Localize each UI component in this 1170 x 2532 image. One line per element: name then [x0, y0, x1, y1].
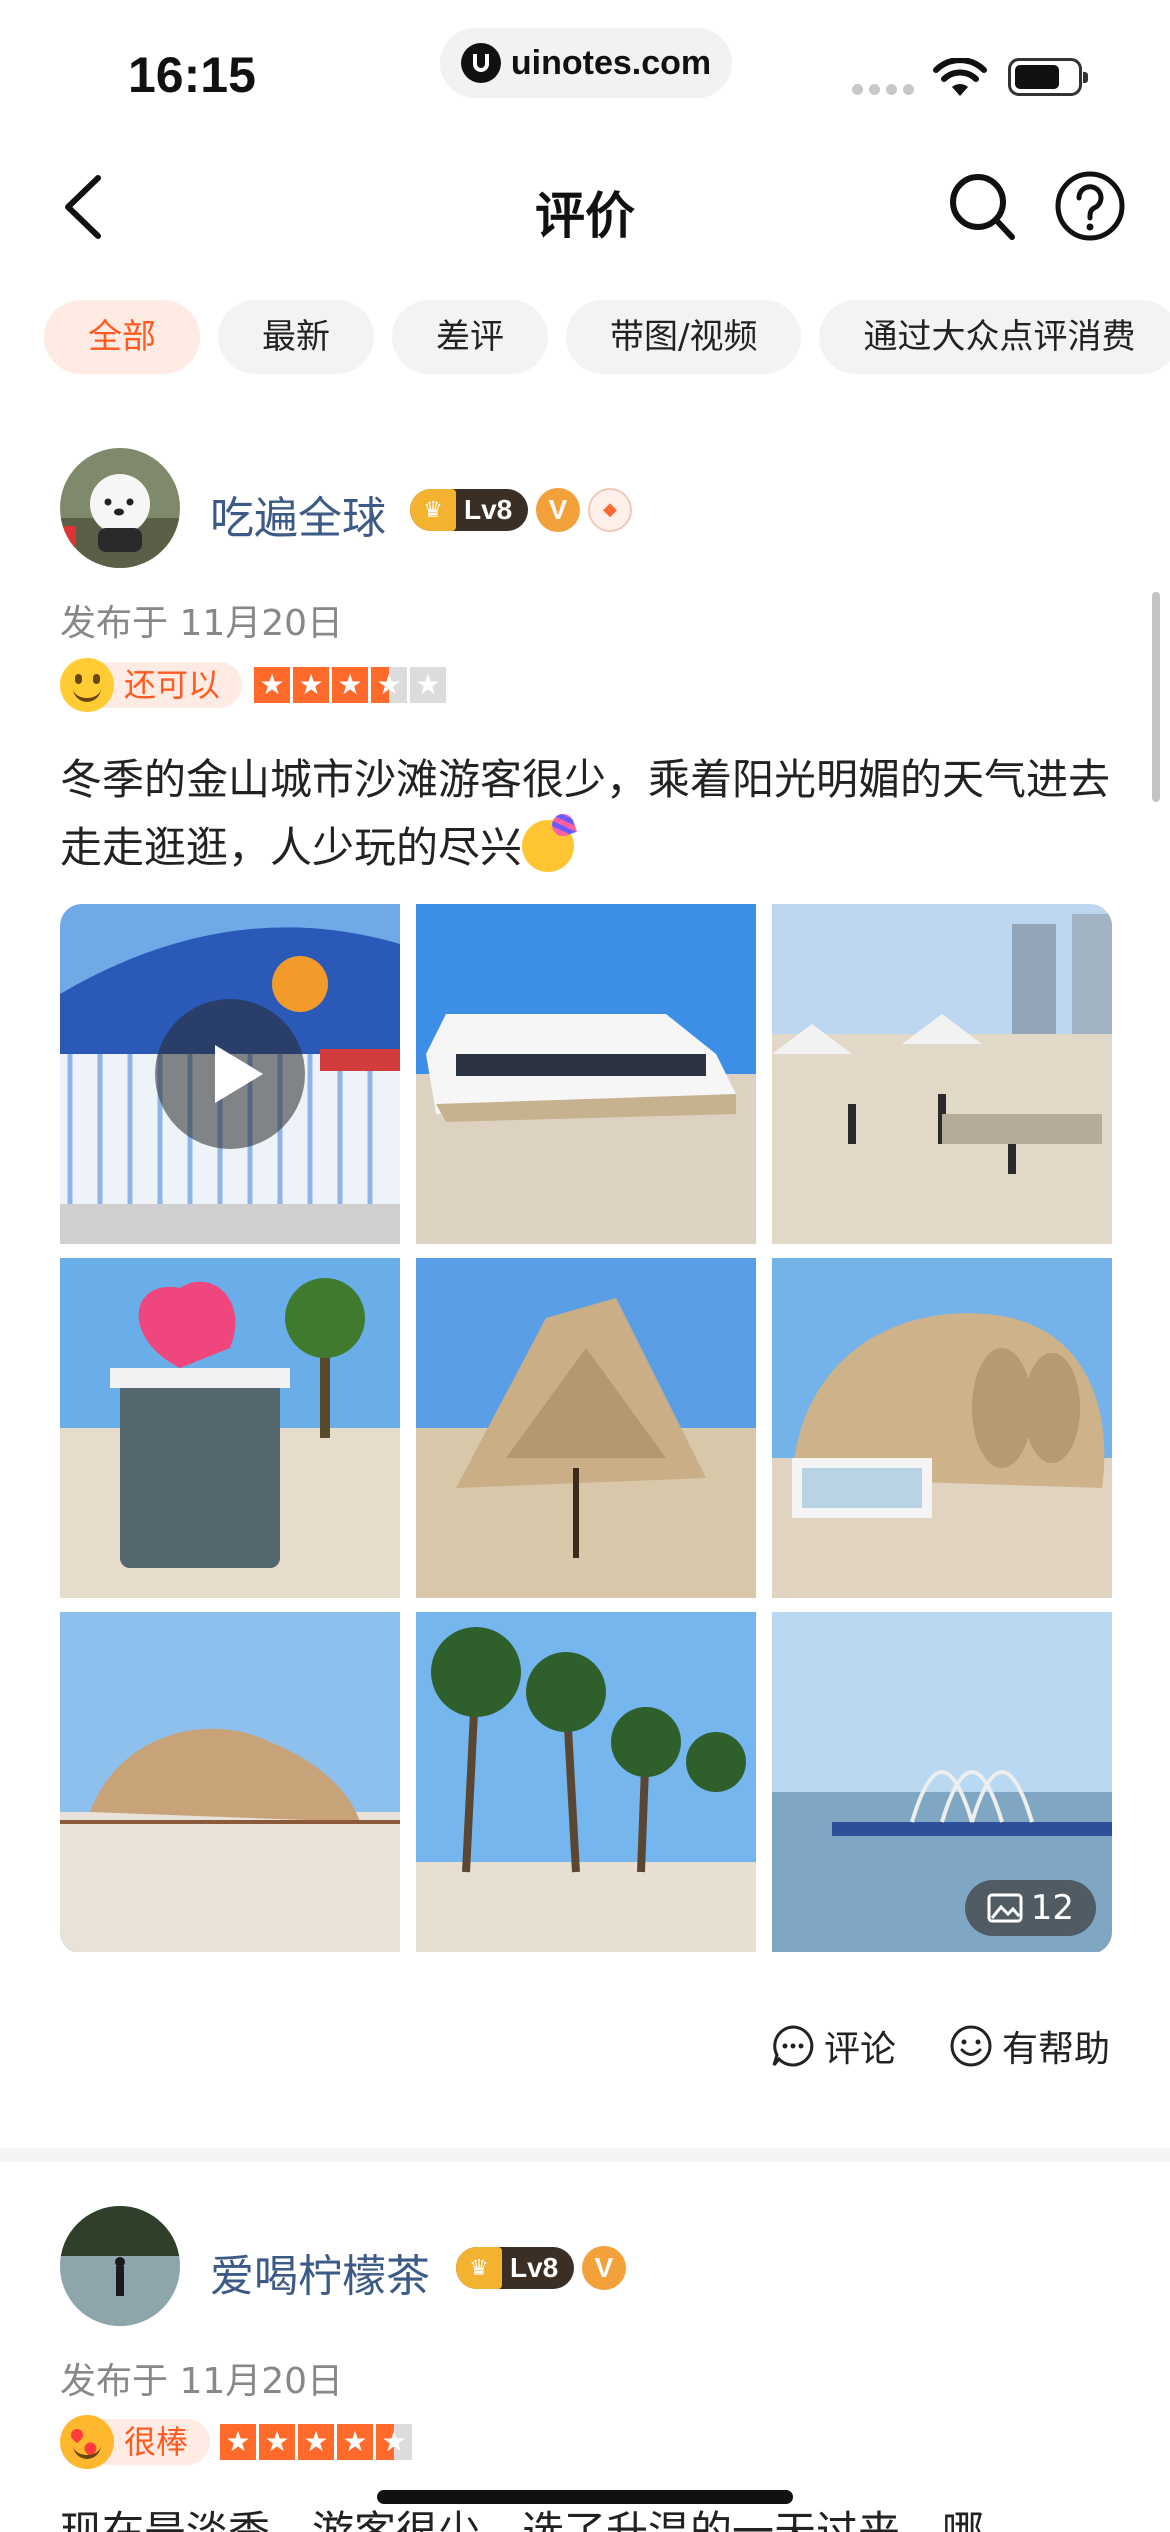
- mood-tag: 很棒: [60, 2415, 211, 2469]
- publish-date: 发布于 11月20日: [60, 2361, 344, 2402]
- home-indicator[interactable]: [377, 2490, 793, 2504]
- review-text-content: 现在是淡季，游客很少，选了升温的一天过来，哪: [60, 2507, 985, 2532]
- review-card: 爱喝柠檬茶 ♛ Lv8 V 发布于 11月20日 很棒 ★ ★ ★ ★ ★ 现在是淡季，…: [0, 0, 1170, 2532]
- username[interactable]: 爱喝柠檬茶: [210, 2240, 430, 2304]
- heart-eyes-face-icon: [60, 2415, 114, 2469]
- star-icon: ★: [259, 2424, 295, 2460]
- level-badge: ♛ Lv8: [456, 2247, 574, 2289]
- verified-badge: V: [582, 2246, 626, 2290]
- star-icon: ★: [337, 2424, 373, 2460]
- star-rating: ★ ★ ★ ★ ★: [220, 2424, 412, 2460]
- star-icon: ★: [220, 2424, 256, 2460]
- crown-icon: ♛: [456, 2247, 502, 2289]
- smile-face-icon: [60, 658, 114, 712]
- avatar[interactable]: [60, 2206, 180, 2326]
- star-icon: ★: [298, 2424, 334, 2460]
- star-icon: ★: [376, 2424, 412, 2460]
- scroll-indicator[interactable]: [1152, 592, 1160, 802]
